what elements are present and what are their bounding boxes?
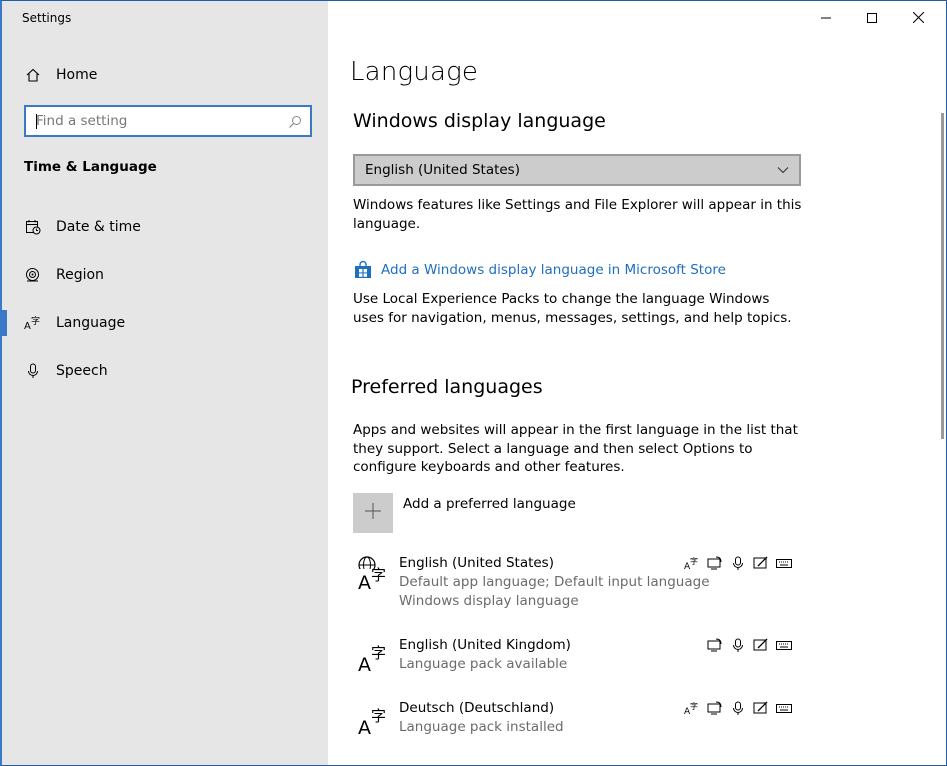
globe-icon: [24, 266, 42, 284]
calendar-clock-icon: [24, 218, 42, 236]
store-icon: [353, 260, 373, 280]
settings-window: Settings Home Time & Language Date & tim…: [0, 0, 947, 766]
sidebar-item-label: Date & time: [56, 219, 141, 235]
lxp-description: Use Local Experience Packs to change the…: [353, 291, 792, 326]
svg-text:A: A: [358, 717, 371, 736]
language-item-de-de[interactable]: A字 Deutsch (Deutschland) Language pack i…: [353, 700, 803, 740]
display-language-feature-icon: A字: [684, 700, 700, 716]
display-language-heading: Windows display language: [353, 110, 606, 132]
add-tile: [353, 493, 393, 533]
language-features: A字: [684, 555, 792, 571]
language-globe-icon: A字: [355, 555, 391, 594]
home-icon: [24, 66, 42, 84]
add-preferred-language-label: Add a preferred language: [403, 496, 576, 512]
language-features: [707, 637, 792, 653]
display-language-description: Windows features like Settings and File …: [353, 197, 802, 232]
speech-recognition-icon: [730, 637, 746, 653]
store-link-label: Add a Windows display language in Micros…: [381, 262, 726, 278]
svg-text:字: 字: [31, 315, 40, 327]
language-item-en-gb[interactable]: A字 English (United Kingdom) Language pac…: [353, 637, 803, 677]
text-to-speech-icon: [707, 555, 723, 571]
search-input[interactable]: [26, 112, 278, 130]
language-icon: A字: [355, 637, 391, 676]
sidebar-item-language[interactable]: A字 Language: [2, 303, 328, 343]
sidebar-item-region[interactable]: Region: [2, 255, 328, 295]
plus-icon: [364, 502, 382, 524]
keyboard-icon: [776, 637, 792, 653]
sidebar-item-speech[interactable]: Speech: [2, 351, 328, 391]
svg-text:字: 字: [690, 556, 698, 566]
language-status-2: Windows display language: [399, 593, 579, 609]
store-link[interactable]: Add a Windows display language in Micros…: [353, 260, 726, 280]
chevron-down-icon: [777, 164, 789, 180]
sidebar-item-label: Language: [56, 315, 126, 331]
preferred-languages-description: Apps and websites will appear in the fir…: [353, 422, 798, 475]
add-preferred-language-button[interactable]: Add a preferred language: [353, 493, 576, 533]
dropdown-value: English (United States): [365, 162, 520, 178]
text-cursor: [36, 114, 37, 129]
language-status: Language pack installed: [399, 719, 564, 735]
language-item-en-us[interactable]: A字 English (United States) Default app l…: [353, 555, 803, 613]
svg-text:A: A: [24, 321, 31, 331]
language-name: Deutsch (Deutschland): [399, 700, 555, 716]
main-content: Language Windows display language Englis…: [328, 1, 947, 765]
section-title: Time & Language: [24, 159, 157, 175]
svg-text:A: A: [358, 572, 371, 591]
display-language-feature-icon: A字: [684, 555, 700, 571]
search-box[interactable]: [24, 105, 312, 137]
language-name: English (United Kingdom): [399, 637, 571, 653]
language-icon: A字: [24, 314, 42, 332]
svg-text:A: A: [358, 654, 371, 673]
language-features: A字: [684, 700, 792, 716]
text-to-speech-icon: [707, 637, 723, 653]
text-to-speech-icon: [707, 700, 723, 716]
keyboard-icon: [776, 555, 792, 571]
svg-text:字: 字: [371, 707, 386, 725]
search-icon[interactable]: [288, 114, 302, 133]
language-name: English (United States): [399, 555, 554, 571]
svg-text:字: 字: [690, 701, 698, 711]
svg-text:字: 字: [371, 566, 386, 584]
page-title: Language: [350, 57, 479, 87]
home-nav-item[interactable]: Home: [24, 64, 97, 86]
app-title: Settings: [22, 11, 72, 25]
speech-recognition-icon: [730, 555, 746, 571]
display-language-dropdown[interactable]: English (United States): [353, 154, 801, 186]
preferred-languages-heading: Preferred languages: [351, 376, 543, 398]
handwriting-icon: [753, 700, 769, 716]
language-status: Default app language; Default input lang…: [399, 574, 710, 590]
sidebar: Settings Home Time & Language Date & tim…: [2, 1, 328, 765]
language-icon: A字: [355, 700, 391, 739]
microphone-icon: [24, 362, 42, 380]
home-label: Home: [56, 67, 98, 83]
language-status: Language pack available: [399, 656, 568, 672]
scrollbar[interactable]: [941, 113, 944, 439]
keyboard-icon: [776, 700, 792, 716]
sidebar-item-label: Region: [56, 267, 104, 283]
speech-recognition-icon: [730, 700, 746, 716]
handwriting-icon: [753, 555, 769, 571]
handwriting-icon: [753, 637, 769, 653]
sidebar-item-date-time[interactable]: Date & time: [2, 207, 328, 247]
svg-text:字: 字: [371, 644, 386, 662]
sidebar-item-label: Speech: [56, 363, 108, 379]
